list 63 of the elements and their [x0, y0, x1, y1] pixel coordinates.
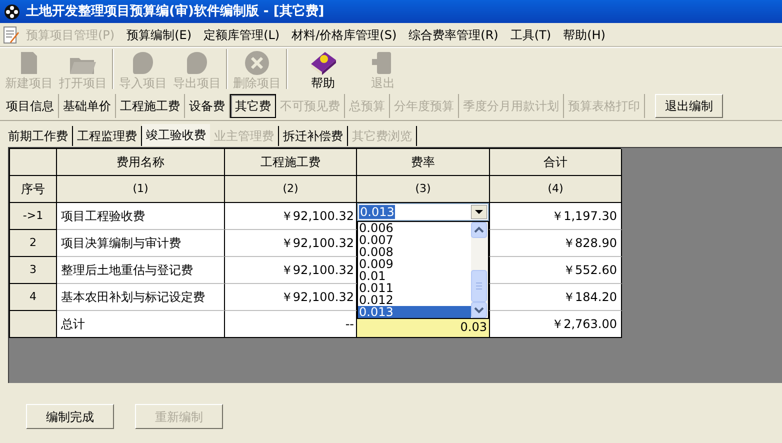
scrollbar[interactable]: [471, 222, 488, 318]
toolbar-button[interactable]: 帮助: [290, 47, 356, 91]
row-header: 4: [10, 284, 57, 311]
column-header: (3): [357, 176, 490, 203]
nav-tab[interactable]: 工程施工费: [116, 94, 185, 118]
scroll-up-icon[interactable]: [471, 222, 487, 238]
scroll-thumb[interactable]: [471, 270, 487, 302]
table-cell: 基本农田补划与标记设定费: [57, 284, 225, 311]
dropdown-option[interactable]: 0.012: [358, 294, 471, 306]
sub-tab[interactable]: 拆迁补偿费: [279, 126, 348, 146]
exit-edit-button[interactable]: 退出编制: [655, 94, 723, 118]
row-header: ->1: [10, 203, 57, 230]
column-header: (4): [490, 176, 622, 203]
row-header: 3: [10, 257, 57, 284]
table-cell: ￥828.90: [490, 230, 622, 257]
film-reel-icon: [4, 4, 20, 20]
menu-item[interactable]: 材料/价格库管理(S): [286, 26, 403, 44]
sub-tab[interactable]: 前期工作费: [4, 126, 73, 146]
nav-tab[interactable]: 基础单价: [59, 94, 116, 118]
column-header: 费率: [357, 149, 490, 176]
action-button[interactable]: 编制完成: [26, 404, 114, 429]
table-cell: ￥92,100.32: [225, 257, 357, 284]
column-header: 序号: [10, 176, 57, 203]
dropdown-option[interactable]: 0.006: [358, 222, 471, 234]
menu-item[interactable]: 综合费率管理(R): [402, 26, 504, 44]
nav-tab[interactable]: 其它费: [230, 94, 276, 118]
row-header: 2: [10, 230, 57, 257]
dropdown-option[interactable]: 0.011: [358, 282, 471, 294]
table-cell: ￥2,763.00: [490, 311, 622, 338]
caret-icon: [471, 205, 487, 219]
dropdown-option[interactable]: 0.007: [358, 234, 471, 246]
menu-item[interactable]: 定额库管理(L): [198, 26, 286, 44]
column-header: (2): [225, 176, 357, 203]
menu-item[interactable]: 帮助(H): [557, 26, 612, 44]
table-cell: ￥92,100.32: [225, 284, 357, 311]
table-cell: ￥92,100.32: [225, 230, 357, 257]
table-cell: --: [225, 311, 357, 338]
rate-combo-box[interactable]: 0.013: [357, 203, 489, 221]
table-cell: ￥552.60: [490, 257, 622, 284]
nav-tab[interactable]: 项目信息: [2, 94, 59, 118]
table-cell: ￥184.20: [490, 284, 622, 311]
scroll-down-icon[interactable]: [471, 302, 487, 318]
delete-icon: [244, 50, 270, 76]
table-cell: 总计: [57, 311, 225, 338]
column-header: 合计: [490, 149, 622, 176]
column-header: (1): [57, 176, 225, 203]
notepad-icon: [2, 26, 20, 44]
menu-item[interactable]: 预算编制(E): [120, 26, 198, 44]
menu-item[interactable]: 工具(T): [504, 26, 558, 44]
dropdown-option[interactable]: 0.009: [358, 258, 471, 270]
dropdown-option[interactable]: 0.008: [358, 246, 471, 258]
column-header: 费用名称: [57, 149, 225, 176]
sub-tab[interactable]: 竣工验收费: [142, 124, 210, 146]
table-cell: 项目决算编制与审计费: [57, 230, 225, 257]
dropdown-option[interactable]: 0.01: [358, 270, 471, 282]
dropdown-option[interactable]: 0.013: [358, 306, 471, 318]
table-cell: 整理后土地重估与登记费: [57, 257, 225, 284]
nav-tab[interactable]: 设备费: [185, 94, 230, 118]
column-header: 工程施工费: [225, 149, 357, 176]
table-cell: 项目工程验收费: [57, 203, 225, 230]
table-cell: ￥1,197.30: [490, 203, 622, 230]
table-cell: ￥92,100.32: [225, 203, 357, 230]
window-title: 土地开发整理项目预算编(审)软件编制版 - [其它费]: [26, 2, 324, 21]
